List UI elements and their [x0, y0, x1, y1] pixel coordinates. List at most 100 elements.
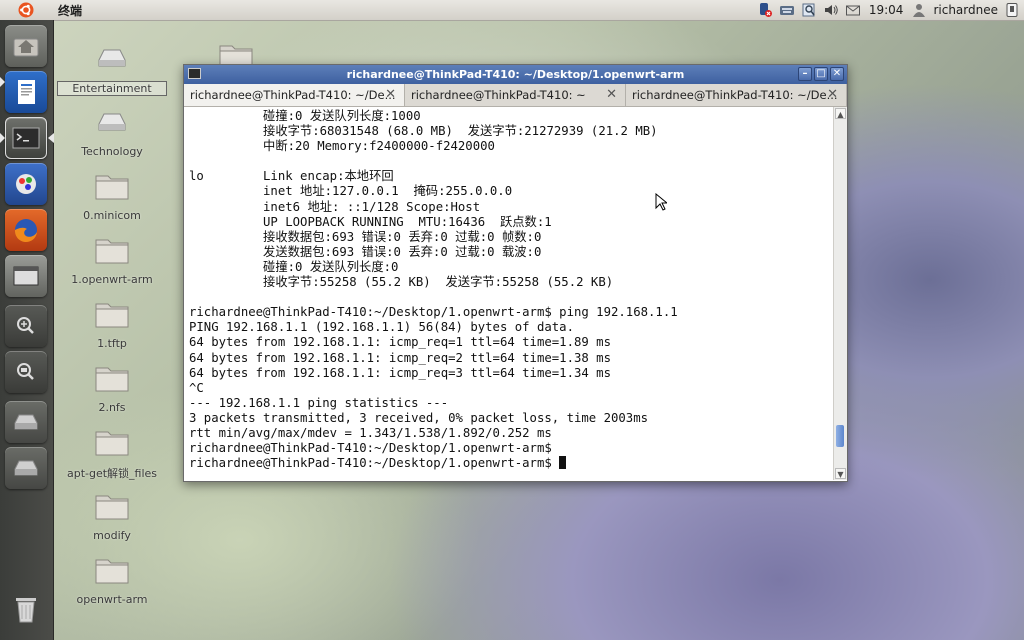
tab-label: richardnee@ThinkPad-T410: ~/De...: [632, 88, 838, 102]
tab-label: richardnee@ThinkPad-T410: ~/De...: [190, 88, 396, 102]
username[interactable]: richardnee: [933, 3, 998, 17]
launcher-zoom-in[interactable]: [5, 305, 47, 347]
desktop-icon-label: Technology: [81, 145, 143, 158]
terminal-window: richardnee@ThinkPad-T410: ~/Desktop/1.op…: [183, 64, 848, 482]
desktop-icon-entertainment[interactable]: Entertainment: [57, 40, 167, 96]
running-indicator: [0, 133, 5, 143]
tab-close-icon[interactable]: ✕: [606, 87, 617, 102]
launcher-home[interactable]: [5, 25, 47, 67]
terminal-line: rtt min/avg/max/mdev = 1.343/1.538/1.892…: [189, 425, 552, 440]
desktop-icon-tftp[interactable]: 1.tftp: [57, 296, 167, 350]
home-folder-icon: [13, 38, 39, 57]
drive-icon: [98, 113, 126, 131]
drive-icon: [98, 49, 126, 67]
terminal-line: 发送数据包:693 错误:0 丢弃:0 过载:0 载波:0: [189, 244, 542, 259]
tweak-tool-icon: [16, 174, 36, 194]
terminal-line: 64 bytes from 192.168.1.1: icmp_req=3 tt…: [189, 365, 611, 380]
search-icon[interactable]: [801, 2, 817, 18]
terminal-icon[interactable]: [188, 68, 201, 79]
tab-2[interactable]: richardnee@ThinkPad-T410: ~ ✕: [405, 84, 626, 106]
power-icon[interactable]: [1004, 2, 1020, 18]
desktop-icon-label: 1.openwrt-arm: [71, 273, 153, 286]
desktop-icon-technology[interactable]: Technology: [57, 104, 167, 158]
document-icon: [18, 80, 35, 104]
tab-3[interactable]: richardnee@ThinkPad-T410: ~/De... ✕: [626, 84, 847, 106]
terminal-line: richardnee@ThinkPad-T410:~/Desktop/1.ope…: [189, 305, 678, 320]
launcher-firefox[interactable]: [5, 209, 47, 251]
active-indicator: [48, 133, 54, 143]
desktop-icon-label: openwrt-arm: [76, 593, 148, 606]
folder-icon: [95, 239, 129, 264]
zoom-in-icon: [17, 317, 34, 334]
zoom-icon: [17, 363, 34, 380]
drive-icon: [14, 414, 38, 430]
desktop-icon-openwrt-arm-1[interactable]: 1.openwrt-arm: [57, 232, 167, 286]
terminal-line: 64 bytes from 192.168.1.1: icmp_req=2 tt…: [189, 350, 611, 365]
running-indicator: [0, 77, 5, 87]
clock[interactable]: 19:04: [869, 3, 904, 17]
launcher-terminal[interactable]: [5, 117, 47, 159]
terminal-line: PING 192.168.1.1 (192.168.1.1) 56(84) by…: [189, 320, 574, 335]
terminal-line: 3 packets transmitted, 3 received, 0% pa…: [189, 410, 649, 425]
terminal-output[interactable]: 碰撞:0 发送队列长度:1000 接收字节:68031548 (68.0 MB)…: [184, 107, 847, 480]
window-titlebar[interactable]: richardnee@ThinkPad-T410: ~/Desktop/1.op…: [184, 65, 847, 84]
terminal-line: UP LOOPBACK RUNNING MTU:16436 跃点数:1: [189, 214, 552, 229]
desktop-icon-minicom[interactable]: 0.minicom: [57, 168, 167, 222]
desktop-icon-label: Entertainment: [57, 81, 167, 96]
terminal-text: 碰撞:0 发送队列长度:1000 接收字节:68031548 (68.0 MB)…: [189, 109, 829, 471]
tab-close-icon[interactable]: ✕: [385, 87, 396, 102]
launcher-drive-1[interactable]: [5, 401, 47, 443]
scroll-thumb[interactable]: [836, 425, 844, 447]
text-cursor: [559, 456, 567, 470]
folder-icon: [95, 559, 129, 584]
minimize-button[interactable]: –: [798, 67, 812, 81]
terminal-icon: [12, 127, 40, 149]
mail-icon[interactable]: [845, 2, 861, 18]
window-controls: – □ ✕: [798, 67, 844, 81]
keyboard-icon[interactable]: [779, 2, 795, 18]
terminal-line: inet6 地址: ::1/128 Scope:Host: [189, 199, 481, 214]
app-title: 终端: [58, 3, 83, 18]
close-button[interactable]: ✕: [830, 67, 844, 81]
launcher-window[interactable]: [5, 255, 47, 297]
desktop-icon-label: modify: [93, 529, 131, 542]
firefox-icon: [14, 219, 37, 243]
desktop-icon-openwrt-arm-2[interactable]: openwrt-arm: [57, 552, 167, 606]
terminal-line: richardnee@ThinkPad-T410:~/Desktop/1.ope…: [189, 441, 552, 456]
scroll-up-icon[interactable]: ▲: [835, 108, 846, 119]
scroll-down-icon[interactable]: ▼: [835, 468, 846, 479]
folder-icon: [95, 367, 129, 392]
vertical-scrollbar[interactable]: ▲ ▼: [833, 107, 847, 480]
terminal-line: 接收字节:55258 (55.2 KB) 发送字节:55258 (55.2 KB…: [189, 275, 614, 290]
desktop-icon-apt-get-files[interactable]: apt-get解锁_files: [57, 424, 167, 481]
tab-bar: richardnee@ThinkPad-T410: ~/De... ✕ rich…: [184, 84, 847, 107]
desktop-icon-label: 2.nfs: [98, 401, 126, 414]
window-icon: [13, 266, 39, 286]
terminal-line: lo Link encap:本地环回: [189, 169, 394, 184]
volume-icon[interactable]: [823, 2, 839, 18]
terminal-line: 接收字节:68031548 (68.0 MB) 发送字节:21272939 (2…: [189, 124, 658, 139]
ubuntu-logo-icon[interactable]: [18, 2, 34, 18]
tab-close-icon[interactable]: ✕: [827, 87, 838, 102]
launcher-drive-2[interactable]: [5, 447, 47, 489]
indicator-area: 19:04 richardnee: [757, 0, 1020, 20]
window-title: richardnee@ThinkPad-T410: ~/Desktop/1.op…: [346, 68, 685, 81]
terminal-line: 碰撞:0 发送队列长度:1000: [189, 109, 421, 123]
terminal-line: 64 bytes from 192.168.1.1: icmp_req=1 tt…: [189, 335, 611, 350]
user-icon[interactable]: [911, 2, 927, 18]
launcher-tweak[interactable]: [5, 163, 47, 205]
network-error-icon[interactable]: [757, 2, 773, 18]
launcher-trash[interactable]: [5, 588, 47, 630]
desktop-icon-modify[interactable]: modify: [57, 488, 167, 542]
launcher-document[interactable]: [5, 71, 47, 113]
tab-1[interactable]: richardnee@ThinkPad-T410: ~/De... ✕: [184, 84, 405, 106]
terminal-prompt-line: richardnee@ThinkPad-T410:~/Desktop/1.ope…: [189, 456, 560, 471]
launcher-zoom[interactable]: [5, 351, 47, 393]
desktop-icon-label: 0.minicom: [83, 209, 141, 222]
terminal-line: 接收数据包:693 错误:0 丢弃:0 过载:0 帧数:0: [189, 229, 542, 244]
tab-label: richardnee@ThinkPad-T410: ~: [411, 88, 586, 102]
desktop-icon-label: 1.tftp: [97, 337, 127, 350]
drive-icon: [14, 460, 38, 476]
maximize-button[interactable]: □: [814, 67, 828, 81]
desktop-icon-nfs[interactable]: 2.nfs: [57, 360, 167, 414]
